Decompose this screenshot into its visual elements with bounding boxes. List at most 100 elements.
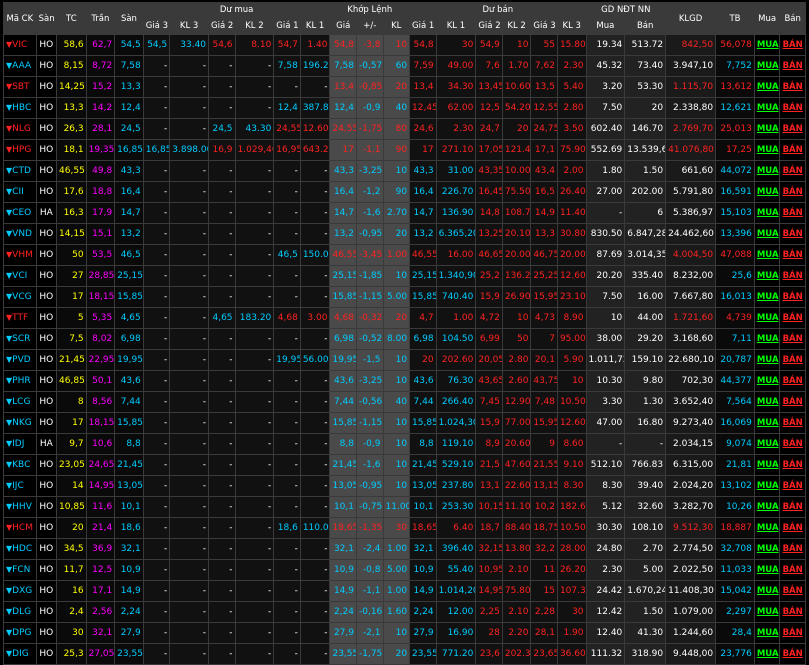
sell-link[interactable]: BÁN bbox=[783, 334, 803, 344]
symbol-cell[interactable]: ▼VIC bbox=[3, 34, 37, 56]
buy-link[interactable]: MUA bbox=[757, 460, 779, 470]
buy-link[interactable]: MUA bbox=[757, 40, 779, 50]
buy-link[interactable]: MUA bbox=[757, 313, 779, 323]
table-row[interactable]: ▼SCR HO 7,5 8,02 6,98- - - - - -6,98 -0,52 8.00 6,98… bbox=[3, 328, 806, 350]
symbol-cell[interactable]: ▼NKG bbox=[3, 412, 37, 434]
buy-link[interactable]: MUA bbox=[757, 145, 779, 155]
sell-link[interactable]: BÁN bbox=[783, 40, 803, 50]
sell-link[interactable]: BÁN bbox=[783, 271, 803, 281]
table-row[interactable]: ▼VCG HO 17 18,15 15,85- - - - - -15,85 -1,15 5.00 15… bbox=[3, 286, 806, 308]
table-row[interactable]: ▼CEO HA 16,3 17,9 14,7- - - - - -14,7 -1,6 2.70 14,7… bbox=[3, 202, 806, 224]
buy-link[interactable]: MUA bbox=[757, 187, 779, 197]
symbol-cell[interactable]: ▼NLG bbox=[3, 118, 37, 140]
col-san[interactable]: Sàn bbox=[114, 2, 144, 35]
sell-link[interactable]: BÁN bbox=[783, 565, 803, 575]
table-row[interactable]: ▼CTD HO 46,55 49,8 43,3- - - - - -43,3 -3,25 10 43,3… bbox=[3, 160, 806, 182]
symbol-cell[interactable]: ▼IDJ bbox=[3, 433, 37, 455]
sell-link[interactable]: BÁN bbox=[783, 481, 803, 491]
col-sell-vol-1[interactable]: KL 1 bbox=[435, 17, 477, 35]
col-tc[interactable]: TC bbox=[56, 2, 87, 35]
table-row[interactable]: ▼DLG HO 2,4 2,56 2,24- - - - - -2,24 -0,16 1.60 2,24… bbox=[3, 601, 806, 623]
sell-link[interactable]: BÁN bbox=[783, 292, 803, 302]
table-row[interactable]: ▼SBT HO 14,25 15,2 13,3- - - - - -13,4 -0,85 20 13,4… bbox=[3, 76, 806, 98]
symbol-cell[interactable]: ▼KBC bbox=[3, 454, 37, 476]
symbol-cell[interactable]: ▼DLG bbox=[3, 601, 37, 623]
sell-link[interactable]: BÁN bbox=[783, 124, 803, 134]
buy-link[interactable]: MUA bbox=[757, 208, 779, 218]
buy-link[interactable]: MUA bbox=[757, 103, 779, 113]
table-row[interactable]: ▼HCMHO2021,418,6----18,6110.0018,65-1,35… bbox=[3, 517, 806, 539]
buy-link[interactable]: MUA bbox=[757, 229, 779, 239]
table-row[interactable]: ▼HHV HO 10,85 11,6 10,1- - - - - -10,1 -0,75 11.00 1… bbox=[3, 496, 806, 518]
buy-link[interactable]: MUA bbox=[757, 334, 779, 344]
symbol-cell[interactable]: ▼PHR bbox=[3, 370, 37, 392]
col-buy-price-3[interactable]: Giá 3 bbox=[142, 17, 171, 35]
symbol-cell[interactable]: ▼LCG bbox=[3, 391, 37, 413]
buy-link[interactable]: MUA bbox=[757, 586, 779, 596]
table-row[interactable]: ▼LCG HO 8 8,56 7,44- - - - - -7,44 -0,56 40 7,44 266.… bbox=[3, 391, 806, 413]
table-row[interactable]: ▼AAAHO8,158,727,58----7,58196.207,58-0,5… bbox=[3, 55, 806, 77]
symbol-cell[interactable]: ▼VND bbox=[3, 223, 37, 245]
sell-link[interactable]: BÁN bbox=[783, 439, 803, 449]
sell-link[interactable]: BÁN bbox=[783, 397, 803, 407]
col-buy-price-2[interactable]: Giá 2 bbox=[208, 17, 236, 35]
col-symbol[interactable]: Mã CK bbox=[3, 2, 37, 35]
col-exchange[interactable]: Sàn bbox=[35, 2, 58, 35]
buy-link[interactable]: MUA bbox=[757, 271, 779, 281]
symbol-cell[interactable]: ▼VHM bbox=[3, 244, 37, 266]
buy-link[interactable]: MUA bbox=[757, 523, 779, 533]
col-sell-price-1[interactable]: Giá 1 bbox=[409, 17, 437, 35]
symbol-cell[interactable]: ▼IJC bbox=[3, 475, 37, 497]
buy-link[interactable]: MUA bbox=[757, 607, 779, 617]
symbol-cell[interactable]: ▼VCG bbox=[3, 286, 37, 308]
symbol-cell[interactable]: ▼SCR bbox=[3, 328, 37, 350]
table-row[interactable]: ▼IJC HO 14 14,95 13,05- - - - - -13,05 -0,95 10 13,0… bbox=[3, 475, 806, 497]
sell-link[interactable]: BÁN bbox=[783, 376, 803, 386]
table-row[interactable]: ▼VND HO 14,15 15,1 13,2- - - - - -13,2 -0,95 20 13,2… bbox=[3, 223, 806, 245]
symbol-cell[interactable]: ▼SBT bbox=[3, 76, 37, 98]
table-row[interactable]: ▼DIG HO 25,3 27,05 23,55- - - - - -23,55 -1,75 20 23… bbox=[3, 643, 806, 665]
sell-link[interactable]: BÁN bbox=[783, 628, 803, 638]
symbol-cell[interactable]: ▼DIG bbox=[3, 643, 37, 665]
table-row[interactable]: ▼IDJ HA 9,7 10,6 8,8- - - - - -8,8 -0,9 10 8,8 119.10… bbox=[3, 433, 806, 455]
table-row[interactable]: ▼CII HO 17,6 18,8 16,4- - - - - -16,4 -1,2 90 16,4 22… bbox=[3, 181, 806, 203]
sell-link[interactable]: BÁN bbox=[783, 82, 803, 92]
buy-link[interactable]: MUA bbox=[757, 628, 779, 638]
sell-link[interactable]: BÁN bbox=[783, 208, 803, 218]
sell-link[interactable]: BÁN bbox=[783, 586, 803, 596]
col-buy-vol-2[interactable]: KL 2 bbox=[234, 17, 275, 35]
buy-link[interactable]: MUA bbox=[757, 418, 779, 428]
sell-link[interactable]: BÁN bbox=[783, 355, 803, 365]
sell-link[interactable]: BÁN bbox=[783, 460, 803, 470]
symbol-cell[interactable]: ▼CII bbox=[3, 181, 37, 203]
buy-link[interactable]: MUA bbox=[757, 565, 779, 575]
buy-link[interactable]: MUA bbox=[757, 250, 779, 260]
table-row[interactable]: ▼VIC HO 58,6 62,7 54,5 54,5 33.40 54,6 8.10 54,7 1… bbox=[3, 34, 806, 56]
buy-link[interactable]: MUA bbox=[757, 61, 779, 71]
buy-link[interactable]: MUA bbox=[757, 502, 779, 512]
symbol-cell[interactable]: ▼DPG bbox=[3, 622, 37, 644]
buy-link[interactable]: MUA bbox=[757, 397, 779, 407]
symbol-cell[interactable]: ▼CEO bbox=[3, 202, 37, 224]
table-row[interactable]: ▼DXG HO 16 17,1 14,9- - - - - -14,9 -1,1 1.00 14,9 1.… bbox=[3, 580, 806, 602]
sell-link[interactable]: BÁN bbox=[783, 145, 803, 155]
symbol-cell[interactable]: ▼HDC bbox=[3, 538, 37, 560]
sell-link[interactable]: BÁN bbox=[783, 187, 803, 197]
buy-link[interactable]: MUA bbox=[757, 481, 779, 491]
col-match-change[interactable]: +/- bbox=[355, 17, 384, 35]
col-sell-price-2[interactable]: Giá 2 bbox=[475, 17, 503, 35]
symbol-cell[interactable]: ▼CTD bbox=[3, 160, 37, 182]
table-row[interactable]: ▼KBC HO 23,05 24,65 21,45- - - - - -21,45 -1,6 10 21… bbox=[3, 454, 806, 476]
table-row[interactable]: ▼PHR HO 46,85 50,1 43,6- - - - - -43,6 -3,25 10 43,6… bbox=[3, 370, 806, 392]
col-buy-price-1[interactable]: Giá 1 bbox=[273, 17, 301, 35]
symbol-cell[interactable]: ▼DXG bbox=[3, 580, 37, 602]
symbol-cell[interactable]: ▼HCM bbox=[3, 517, 37, 539]
sell-link[interactable]: BÁN bbox=[783, 607, 803, 617]
symbol-cell[interactable]: ▼TTF bbox=[3, 307, 37, 329]
col-sell-price-3[interactable]: Giá 3 bbox=[530, 17, 558, 35]
sell-link[interactable]: BÁN bbox=[783, 103, 803, 113]
table-row[interactable]: ▼PVD HO 21,45 22,95 19,95- - - -19,95 56.00 19,95… bbox=[3, 349, 806, 371]
sell-link[interactable]: BÁN bbox=[783, 61, 803, 71]
symbol-cell[interactable]: ▼HPG bbox=[3, 139, 37, 161]
sell-link[interactable]: BÁN bbox=[783, 418, 803, 428]
